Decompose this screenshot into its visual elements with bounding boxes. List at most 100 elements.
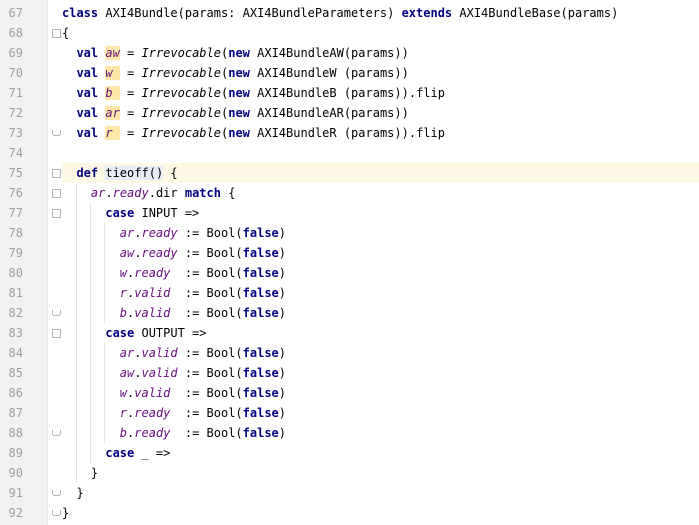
fold-marker-icon[interactable] bbox=[52, 310, 61, 316]
code-token: ) bbox=[278, 386, 286, 400]
code-text: ar.valid := Bool(false) bbox=[62, 346, 286, 360]
code-token: := Bool( bbox=[177, 346, 243, 360]
code-token: false bbox=[242, 406, 279, 420]
code-text: case OUTPUT => bbox=[62, 326, 207, 340]
code-token: := Bool( bbox=[177, 366, 243, 380]
code-token: valid bbox=[134, 306, 171, 320]
fold-marker-icon[interactable] bbox=[52, 130, 61, 136]
code-line[interactable]: 68 { bbox=[0, 23, 699, 43]
fold-marker-icon[interactable] bbox=[52, 189, 61, 198]
fold-marker-icon[interactable] bbox=[52, 209, 61, 218]
fold-marker-icon[interactable] bbox=[52, 169, 61, 178]
code-line[interactable]: 90 } bbox=[0, 463, 699, 483]
code-token: new bbox=[228, 106, 258, 120]
code-text: } bbox=[62, 466, 98, 480]
code-line[interactable]: 76 ar.ready.dir match { bbox=[0, 183, 699, 203]
code-text: case _ => bbox=[62, 446, 170, 460]
code-token: ready bbox=[112, 186, 149, 200]
fold-marker-icon[interactable] bbox=[52, 29, 61, 38]
code-line[interactable]: 77 case INPUT => bbox=[0, 203, 699, 223]
code-text: r.ready := Bool(false) bbox=[62, 406, 286, 420]
fold-marker-icon[interactable] bbox=[52, 490, 61, 496]
code-token: ) bbox=[278, 266, 286, 280]
code-token: valid bbox=[134, 286, 171, 300]
code-token: AXI4BundleR (params)).flip bbox=[257, 126, 445, 140]
line-number: 74 bbox=[8, 146, 23, 160]
code-token: new bbox=[228, 66, 258, 80]
code-token: false bbox=[242, 266, 279, 280]
code-token: w bbox=[119, 386, 128, 400]
code-token: ready bbox=[134, 426, 171, 440]
line-number: 70 bbox=[8, 66, 23, 80]
code-token: new bbox=[228, 126, 258, 140]
code-line[interactable]: 73 val r = Irrevocable(new AXI4BundleR (… bbox=[0, 123, 699, 143]
code-line-content: { bbox=[62, 23, 699, 43]
code-token: { bbox=[62, 26, 70, 40]
code-line-content: ar.ready.dir match { bbox=[62, 183, 699, 203]
line-number: 92 bbox=[8, 506, 23, 520]
code-editor[interactable]: 67 class AXI4Bundle(params: AXI4BundlePar… bbox=[0, 0, 699, 525]
code-line[interactable]: 83 case OUTPUT => bbox=[0, 323, 699, 343]
code-token: false bbox=[242, 366, 279, 380]
code-line-content: aw.ready := Bool(false) bbox=[62, 243, 699, 263]
code-text: ar.ready := Bool(false) bbox=[62, 226, 286, 240]
code-token: aw bbox=[119, 246, 135, 260]
line-number: 85 bbox=[8, 366, 23, 380]
code-token: ar bbox=[119, 346, 135, 360]
code-line[interactable]: 71 val b = Irrevocable(new AXI4BundleB (… bbox=[0, 83, 699, 103]
code-line-content: def tieoff() { bbox=[62, 163, 699, 183]
code-token: Irrevocable bbox=[141, 126, 221, 140]
fold-marker-icon[interactable] bbox=[52, 329, 61, 338]
code-token: ) bbox=[278, 406, 286, 420]
code-token: false bbox=[242, 246, 279, 260]
code-token: = bbox=[119, 86, 142, 100]
indent-guide bbox=[104, 343, 105, 443]
code-text: } bbox=[62, 506, 69, 520]
code-line[interactable]: 70 val w = Irrevocable(new AXI4BundleW (… bbox=[0, 63, 699, 83]
code-token: w bbox=[105, 66, 120, 80]
code-token: ) bbox=[278, 306, 286, 320]
code-text: { bbox=[62, 26, 69, 40]
code-token: false bbox=[242, 386, 279, 400]
code-line[interactable]: 74 bbox=[0, 143, 699, 163]
code-line[interactable]: 91 } bbox=[0, 483, 699, 503]
code-token: AXI4BundleBase(params) bbox=[459, 6, 619, 20]
code-line[interactable]: 89 case _ => bbox=[0, 443, 699, 463]
line-number: 68 bbox=[8, 26, 23, 40]
fold-marker-icon[interactable] bbox=[52, 430, 61, 436]
indent-guide bbox=[104, 223, 105, 323]
code-text: r.valid := Bool(false) bbox=[62, 286, 286, 300]
line-number: 83 bbox=[8, 326, 23, 340]
code-token: ready bbox=[141, 226, 178, 240]
code-token: := Bool( bbox=[170, 266, 243, 280]
code-token: AXI4BundleW (params)) bbox=[257, 66, 409, 80]
code-token: extends bbox=[401, 6, 460, 20]
code-token: match bbox=[184, 186, 221, 200]
code-token: = bbox=[119, 106, 142, 120]
fold-marker-icon[interactable] bbox=[52, 510, 61, 516]
code-token: { bbox=[163, 166, 178, 180]
code-token: b bbox=[119, 426, 128, 440]
code-line[interactable]: 72 val ar = Irrevocable(new AXI4BundleAR… bbox=[0, 103, 699, 123]
code-token: val bbox=[76, 46, 106, 60]
code-token: = bbox=[119, 46, 142, 60]
code-line[interactable]: 75 def tieoff() { bbox=[0, 163, 699, 183]
code-token: { bbox=[220, 186, 236, 200]
indent-guide bbox=[76, 183, 77, 483]
code-token: ar bbox=[90, 186, 106, 200]
code-token: AXI4BundleB (params)).flip bbox=[257, 86, 445, 100]
code-line[interactable]: 67 class AXI4Bundle(params: AXI4BundlePar… bbox=[0, 3, 699, 23]
code-token: OUTPUT => bbox=[141, 326, 207, 340]
line-number: 77 bbox=[8, 206, 23, 220]
code-token: . bbox=[105, 186, 113, 200]
code-line[interactable]: 69 val aw = Irrevocable(new AXI4BundleAW… bbox=[0, 43, 699, 63]
code-token: ready bbox=[134, 406, 171, 420]
code-token: Irrevocable bbox=[141, 86, 221, 100]
code-text: class AXI4Bundle(params: AXI4BundleParam… bbox=[62, 6, 618, 20]
code-text: val r = Irrevocable(new AXI4BundleR (par… bbox=[62, 126, 445, 140]
code-line[interactable]: 92} bbox=[0, 503, 699, 523]
code-text: aw.valid := Bool(false) bbox=[62, 366, 286, 380]
